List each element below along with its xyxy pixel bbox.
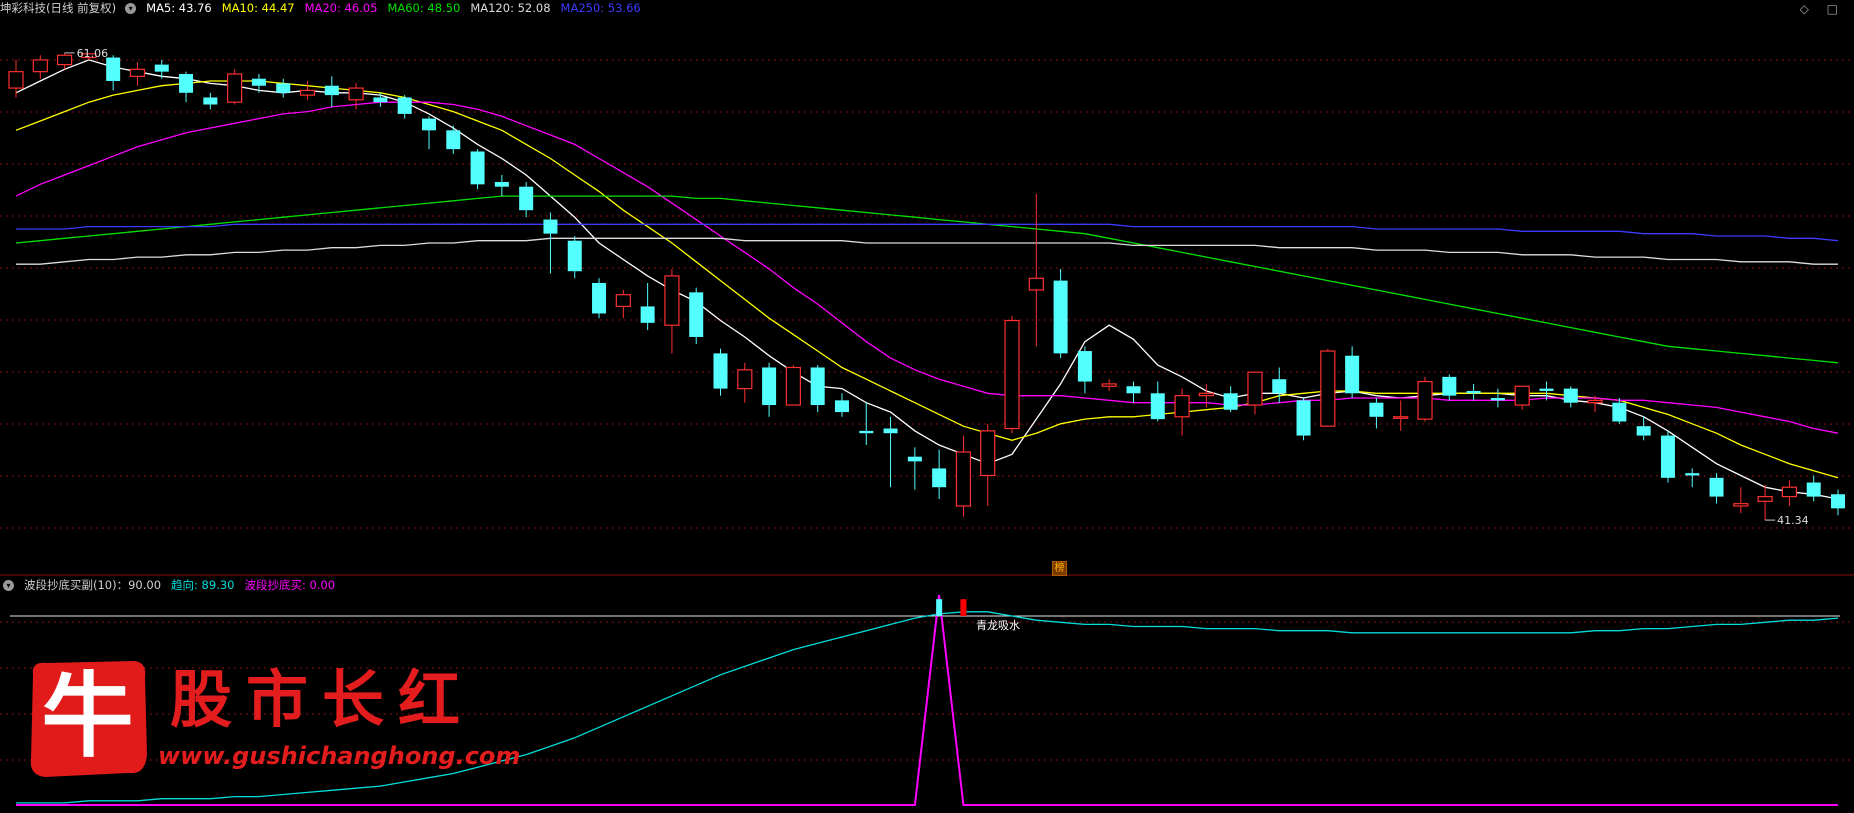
candle-body xyxy=(1612,402,1627,422)
candle-body xyxy=(32,59,48,73)
candle-body xyxy=(203,97,218,105)
candle-body xyxy=(324,85,339,96)
candle-body xyxy=(785,366,801,406)
candle-body xyxy=(1660,435,1675,478)
candle-body xyxy=(664,275,680,326)
watermark-url: www.gushichanghong.com xyxy=(158,742,521,770)
candle-body xyxy=(1539,388,1554,391)
max-price-label: 61.06 xyxy=(77,47,109,60)
price-grid xyxy=(0,59,1854,529)
candle-body xyxy=(859,430,874,434)
candle-body xyxy=(179,74,194,93)
stock-chart-app: 坤彩科技(日线 前复权) ▾ MA5: 43.76 MA10: 44.47 MA20… xyxy=(0,0,1854,813)
candle-body xyxy=(519,186,534,211)
candle-body xyxy=(1150,393,1165,420)
candlesticks xyxy=(8,52,1845,521)
candle-body xyxy=(251,78,266,86)
candle-body xyxy=(737,369,753,390)
moving-average-lines xyxy=(15,59,1839,500)
candle-body xyxy=(1126,386,1141,394)
candle-body xyxy=(1587,399,1603,404)
signal-bar xyxy=(960,599,967,616)
candle-body xyxy=(446,130,461,150)
logo-char: 牛 xyxy=(41,662,134,770)
candle-body xyxy=(299,89,316,96)
candle-body xyxy=(1514,385,1530,406)
candle-body xyxy=(1053,280,1068,354)
candle-body xyxy=(810,367,825,406)
candle-body xyxy=(1077,351,1092,382)
candle-body xyxy=(592,282,607,314)
ma-line-ma5 xyxy=(15,59,1839,500)
candle-body xyxy=(56,54,73,66)
candle-body xyxy=(1709,477,1724,497)
candle-body xyxy=(1393,416,1409,419)
ma-line-ma60 xyxy=(15,195,1839,364)
candle-body xyxy=(567,240,582,272)
candle-body xyxy=(8,71,24,89)
candle-body xyxy=(1174,395,1190,418)
candle-body xyxy=(1320,350,1336,427)
candle-body xyxy=(1442,376,1457,396)
candle-body xyxy=(1004,319,1020,430)
candle-body xyxy=(1757,496,1773,502)
candle-body xyxy=(494,182,509,187)
candle-body xyxy=(640,306,655,323)
candle-body xyxy=(1369,402,1384,417)
candle-body xyxy=(397,97,412,114)
candle-body xyxy=(373,97,388,103)
candle-body xyxy=(615,294,631,308)
ma-line-ma120 xyxy=(16,237,1838,265)
candle-body xyxy=(1345,355,1360,394)
candle-body xyxy=(1272,379,1287,394)
candle-body xyxy=(543,219,558,234)
candle-body xyxy=(1636,426,1651,436)
candle-body xyxy=(1101,383,1117,387)
candle-body xyxy=(713,353,728,389)
candle-body xyxy=(348,87,364,101)
rank-badge[interactable]: 榜 xyxy=(1052,561,1067,576)
candle-body xyxy=(1417,380,1433,420)
watermark-name: 股市长红 xyxy=(170,663,475,736)
candle-body xyxy=(1028,277,1044,291)
candle-body xyxy=(955,451,972,507)
candle-body xyxy=(154,64,169,72)
candle-body xyxy=(1831,494,1845,509)
watermark-logo: 牛 xyxy=(25,655,150,780)
extreme-price-labels: 61.06 41.34 xyxy=(64,47,1809,527)
candle-body xyxy=(1198,392,1214,397)
candle-body xyxy=(762,367,777,406)
candle-body xyxy=(980,430,996,477)
candle-body xyxy=(883,428,898,434)
candle-body xyxy=(1247,371,1263,406)
candle-body xyxy=(1563,388,1578,403)
signal-bar xyxy=(936,599,943,616)
candle-body xyxy=(834,400,849,413)
ma-line-ma250 xyxy=(16,223,1839,242)
candle-body xyxy=(1296,400,1311,436)
candle-body xyxy=(1466,390,1481,394)
candle-body xyxy=(276,83,291,93)
min-price-label: 41.34 xyxy=(1777,514,1809,527)
candle-body xyxy=(421,118,436,131)
candle-body xyxy=(227,73,243,103)
signal-annotation: 青龙吸水 xyxy=(976,619,1020,632)
candle-body xyxy=(1781,486,1798,498)
candle-body xyxy=(932,468,947,488)
candle-body xyxy=(1806,482,1821,497)
candle-body xyxy=(106,57,121,82)
candle-body xyxy=(907,456,922,462)
candle-body xyxy=(129,68,146,77)
candle-body xyxy=(1685,473,1700,476)
candle-body xyxy=(1490,398,1505,401)
candle-body xyxy=(1733,503,1749,507)
candle-body xyxy=(470,151,485,185)
ma-line-ma10 xyxy=(15,80,1839,479)
candle-body xyxy=(1223,393,1238,410)
candle-body xyxy=(689,292,704,337)
